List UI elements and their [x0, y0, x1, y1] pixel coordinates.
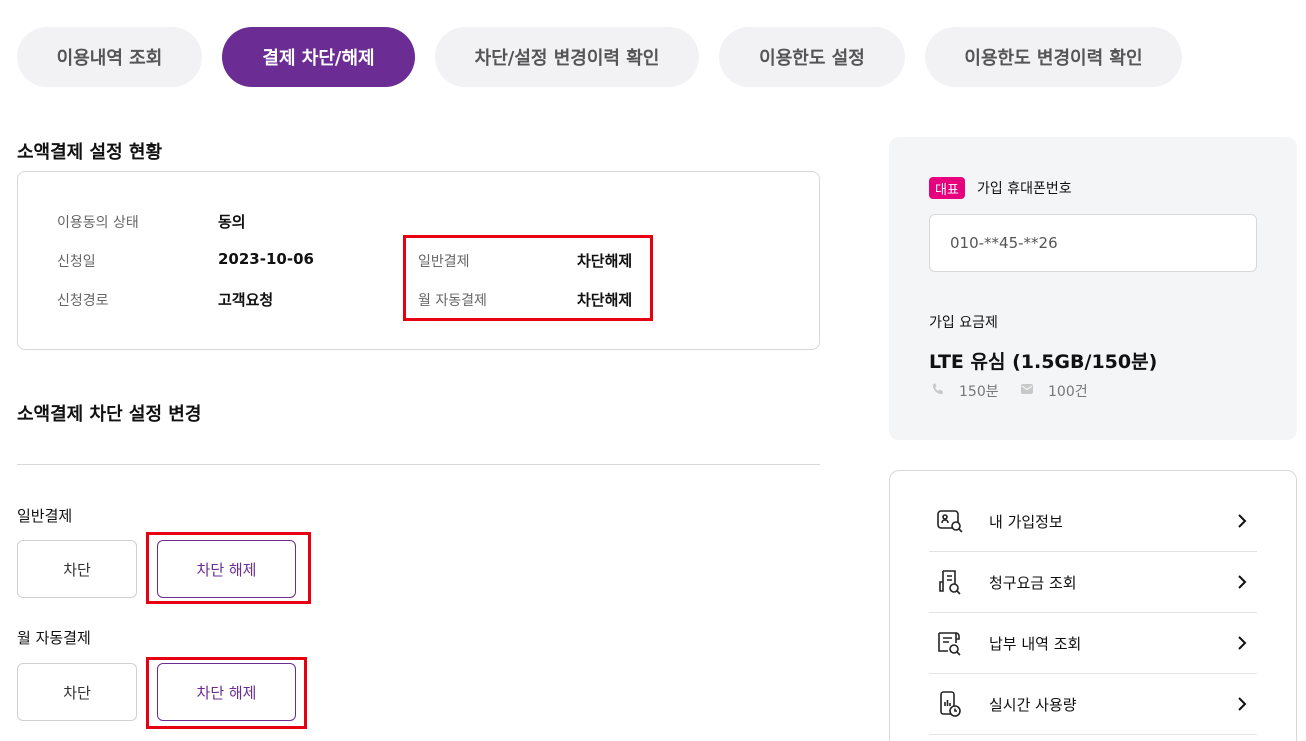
chevron-right-icon [1232, 572, 1252, 592]
tab-limit-history[interactable]: 이용한도 변경이력 확인 [925, 27, 1182, 87]
menu-item-label: 내 가입정보 [989, 512, 1063, 531]
menu-item-my-subscription[interactable]: 내 가입정보 [929, 491, 1257, 552]
change-section-title: 소액결제 차단 설정 변경 [17, 404, 202, 425]
apply-date-label: 신청일 [57, 254, 96, 270]
menu-item-label: 납부 내역 조회 [989, 634, 1082, 653]
plan-name: LTE 유심 (1.5GB/150분) [929, 351, 1158, 373]
chevron-right-icon [1232, 511, 1252, 531]
status-highlight-frame [403, 235, 653, 321]
tab-block-history[interactable]: 차단/설정 변경이력 확인 [435, 27, 699, 87]
general-payment-label: 일반결제 [17, 507, 73, 525]
menu-item-realtime-usage[interactable]: 실시간 사용량 [929, 674, 1257, 735]
tab-limit-setting[interactable]: 이용한도 설정 [719, 27, 905, 87]
chevron-right-icon [1232, 694, 1252, 714]
voice-usage-value: 150분 [959, 384, 999, 400]
tab-usage-history[interactable]: 이용내역 조회 [17, 27, 202, 87]
apply-date-value: 2023-10-06 [218, 250, 314, 268]
phone-number-label: 가입 휴대폰번호 [977, 181, 1072, 197]
menu-item-label: 청구요금 조회 [989, 573, 1077, 592]
consent-value: 동의 [218, 213, 246, 231]
tab-payment-block[interactable]: 결제 차단/해제 [222, 27, 415, 87]
monthly-unblock-highlight [146, 657, 307, 729]
section-divider [17, 464, 820, 465]
primary-badge: 대표 [929, 177, 965, 199]
sms-usage: 100건 [1020, 381, 1088, 401]
profile-search-icon [934, 505, 966, 537]
tab-bar: 이용내역 조회 결제 차단/해제 차단/설정 변경이력 확인 이용한도 설정 이… [17, 27, 1182, 87]
plan-label: 가입 요금제 [929, 315, 998, 331]
sms-usage-value: 100건 [1048, 384, 1088, 400]
message-icon [1020, 383, 1034, 399]
apply-route-value: 고객요청 [218, 291, 274, 309]
monthly-block-button[interactable]: 차단 [17, 663, 137, 721]
menu-item-payment-history[interactable]: 납부 내역 조회 [929, 613, 1257, 674]
chevron-right-icon [1232, 633, 1252, 653]
phone-clock-icon [934, 688, 966, 720]
receipt-search-icon [934, 627, 966, 659]
general-block-button[interactable]: 차단 [17, 540, 137, 598]
bill-search-icon [934, 566, 966, 598]
general-unblock-highlight [146, 532, 311, 604]
menu-item-label: 실시간 사용량 [989, 695, 1077, 714]
phone-icon [931, 382, 945, 400]
status-section-title: 소액결제 설정 현황 [17, 142, 163, 163]
monthly-payment-label: 월 자동결제 [17, 629, 91, 647]
consent-label: 이용동의 상태 [57, 215, 139, 231]
phone-number-field[interactable]: 010-**45-**26 [929, 214, 1257, 272]
apply-route-label: 신청경로 [57, 293, 109, 309]
voice-usage: 150분 [931, 381, 999, 401]
menu-item-bill-inquiry[interactable]: 청구요금 조회 [929, 552, 1257, 613]
